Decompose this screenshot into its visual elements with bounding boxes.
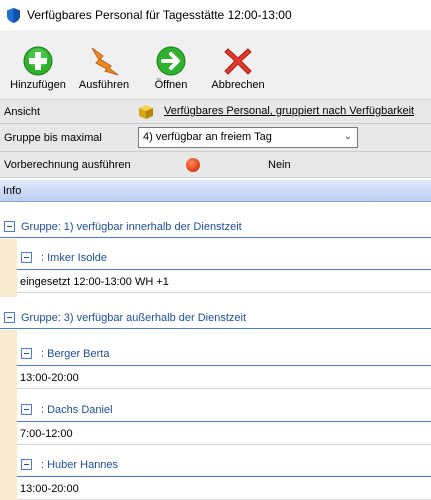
run-button-label: Ausführen xyxy=(78,79,130,91)
person-header[interactable]: : Dachs Daniel xyxy=(17,396,431,422)
close-icon xyxy=(224,48,252,75)
collapse-icon[interactable] xyxy=(21,348,32,359)
collapse-icon[interactable] xyxy=(4,221,15,232)
person-detail: eingesetzt 12:00-13:00 WH +1 xyxy=(17,271,431,293)
group-title: Gruppe: 3) verfügbar außerhalb der Diens… xyxy=(21,312,247,324)
toolbar: Hinzufügen Ausführen Öffnen Abbrechen xyxy=(0,30,431,100)
precalc-row: Vorberechnung ausführen Nein xyxy=(0,152,431,178)
person-name: : Berger Berta xyxy=(41,348,110,360)
group-label: Gruppe bis maximal xyxy=(4,131,102,144)
info-header-label: Info xyxy=(3,185,22,197)
person-name: : Huber Hannes xyxy=(41,459,119,471)
person-header[interactable]: : Imker Isolde xyxy=(17,244,431,270)
arrow-right-icon xyxy=(156,46,186,76)
cube-icon xyxy=(139,105,153,119)
person-header[interactable]: : Berger Berta xyxy=(17,340,431,366)
person-detail: 13:00-20:00 xyxy=(17,367,431,389)
group-title: Gruppe: 1) verfügbar innerhalb der Diens… xyxy=(21,221,242,233)
cancel-button-label: Abbrechen xyxy=(211,79,265,91)
indent-bar xyxy=(0,239,17,297)
open-button-label: Öffnen xyxy=(154,79,188,91)
person-detail: 13:00-20:00 xyxy=(17,478,431,500)
person-header[interactable]: : Huber Hannes xyxy=(17,451,431,477)
chevron-down-icon: ⌄ xyxy=(343,131,352,142)
open-button[interactable]: Öffnen xyxy=(141,46,201,91)
group-select-value: 4) verfügbar an freiem Tag xyxy=(143,131,272,143)
person-name: : Imker Isolde xyxy=(41,252,108,264)
collapse-icon[interactable] xyxy=(21,252,32,263)
precalc-value: Nein xyxy=(268,159,291,171)
collapse-icon[interactable] xyxy=(4,312,15,323)
cancel-button[interactable]: Abbrechen xyxy=(208,46,268,91)
plus-icon xyxy=(23,46,53,76)
view-link[interactable]: Verfügbares Personal, gruppiert nach Ver… xyxy=(164,105,414,117)
precalc-label: Vorberechnung ausführen xyxy=(4,158,131,171)
collapse-icon[interactable] xyxy=(21,459,32,470)
person-detail: 7:00-12:00 xyxy=(17,423,431,445)
indent-bar xyxy=(0,330,17,500)
group-select[interactable]: 4) verfügbar an freiem Tag ⌄ xyxy=(138,127,358,148)
results-panel: Gruppe: 1) verfügbar innerhalb der Diens… xyxy=(0,202,431,500)
run-button[interactable]: Ausführen xyxy=(74,46,134,91)
lightning-icon xyxy=(91,47,119,76)
window-title: Verfügbares Personal für Tagesstätte 12:… xyxy=(27,8,292,22)
group-header[interactable]: Gruppe: 3) verfügbar außerhalb der Diens… xyxy=(0,307,431,329)
group-header[interactable]: Gruppe: 1) verfügbar innerhalb der Diens… xyxy=(0,216,431,238)
group-row: Gruppe bis maximal 4) verfügbar an freie… xyxy=(0,124,431,152)
app-shield-icon xyxy=(7,7,20,23)
status-dot-icon[interactable] xyxy=(186,158,200,172)
info-header: Info xyxy=(0,180,431,202)
person-name: : Dachs Daniel xyxy=(41,404,113,416)
view-row: Ansicht Verfügbares Personal, gruppiert … xyxy=(0,100,431,124)
title-bar: Verfügbares Personal für Tagesstätte 12:… xyxy=(0,0,431,30)
add-button-label: Hinzufügen xyxy=(10,79,66,91)
collapse-icon[interactable] xyxy=(21,404,32,415)
add-button[interactable]: Hinzufügen xyxy=(8,46,68,91)
view-label: Ansicht xyxy=(4,105,41,118)
